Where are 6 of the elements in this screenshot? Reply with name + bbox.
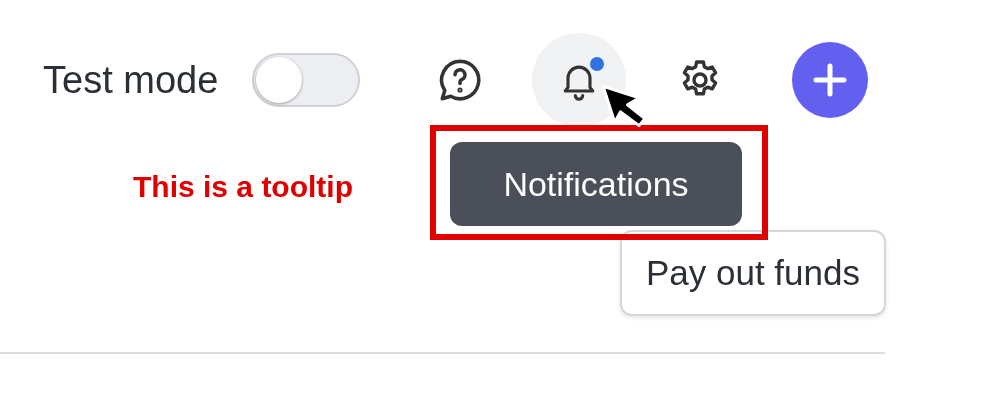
annotation-text: This is a tooltip bbox=[133, 170, 353, 204]
pay-out-funds-button[interactable]: Pay out funds bbox=[619, 230, 886, 316]
test-mode-label: Test mode bbox=[43, 58, 219, 102]
add-button[interactable] bbox=[792, 42, 869, 118]
test-mode-toggle[interactable] bbox=[252, 53, 361, 107]
tooltip: Notifications bbox=[450, 142, 742, 226]
